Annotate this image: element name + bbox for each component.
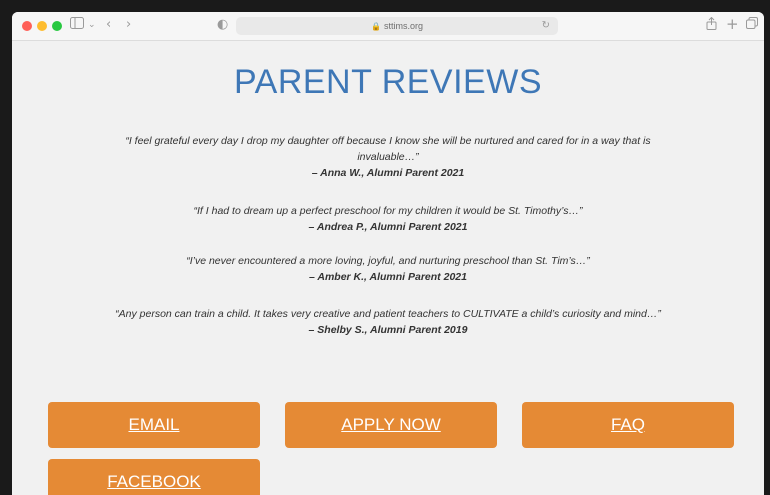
lock-icon: 🔒 (371, 22, 381, 31)
review-quote: “Any person can train a child. It takes … (115, 308, 661, 320)
shield-half-icon[interactable]: ◐ (217, 17, 228, 33)
browser-window: ⌄ ‹ › ◐ 🔒 sttims.org ↻ + PARENT REVIEWS … (12, 12, 764, 495)
screenshot-frame: ⌄ ‹ › ◐ 🔒 sttims.org ↻ + PARENT REVIEWS … (0, 0, 770, 495)
review-quote: “I feel grateful every day I drop my dau… (125, 135, 651, 163)
review-author: – Anna W., Alumni Parent 2021 (311, 167, 465, 179)
chevron-right-icon[interactable]: › (126, 17, 131, 33)
review-item: “I’ve never encountered a more loving, j… (108, 253, 668, 285)
review-quote: “I’ve never encountered a more loving, j… (186, 255, 590, 267)
page-title: PARENT REVIEWS (233, 63, 543, 101)
review-item: “Any person can train a child. It takes … (108, 306, 668, 338)
review-author: – Shelby S., Alumni Parent 2019 (308, 324, 468, 336)
minimize-window-button[interactable] (37, 21, 47, 31)
review-author: – Amber K., Alumni Parent 2021 (309, 271, 467, 283)
page-content: PARENT REVIEWS “I feel grateful every da… (12, 41, 764, 495)
plus-icon[interactable]: + (726, 16, 739, 32)
share-icon[interactable] (706, 16, 717, 35)
address-bar-text: 🔒 sttims.org (236, 17, 558, 35)
browser-toolbar: ⌄ ‹ › ◐ 🔒 sttims.org ↻ + (12, 12, 764, 41)
email-button[interactable]: EMAIL (48, 402, 260, 448)
chevron-down-icon[interactable]: ⌄ (88, 17, 96, 33)
review-item: “If I had to dream up a perfect preschoo… (108, 203, 668, 235)
reload-icon[interactable]: ↻ (542, 17, 550, 35)
close-window-button[interactable] (22, 21, 32, 31)
faq-button[interactable]: FAQ (522, 402, 734, 448)
apply-now-button[interactable]: APPLY NOW (285, 402, 497, 448)
maximize-window-button[interactable] (52, 21, 62, 31)
review-author: – Andrea P., Alumni Parent 2021 (308, 221, 468, 233)
tab-overview-icon[interactable] (746, 17, 758, 34)
url-label: sttims.org (383, 21, 423, 31)
sidebar-icon[interactable] (70, 17, 84, 34)
chevron-left-icon[interactable]: ‹ (106, 17, 111, 33)
facebook-button[interactable]: FACEBOOK (48, 459, 260, 495)
review-quote: “If I had to dream up a perfect preschoo… (193, 205, 583, 217)
address-bar[interactable]: 🔒 sttims.org ↻ (236, 17, 558, 35)
review-item: “I feel grateful every day I drop my dau… (108, 133, 668, 181)
